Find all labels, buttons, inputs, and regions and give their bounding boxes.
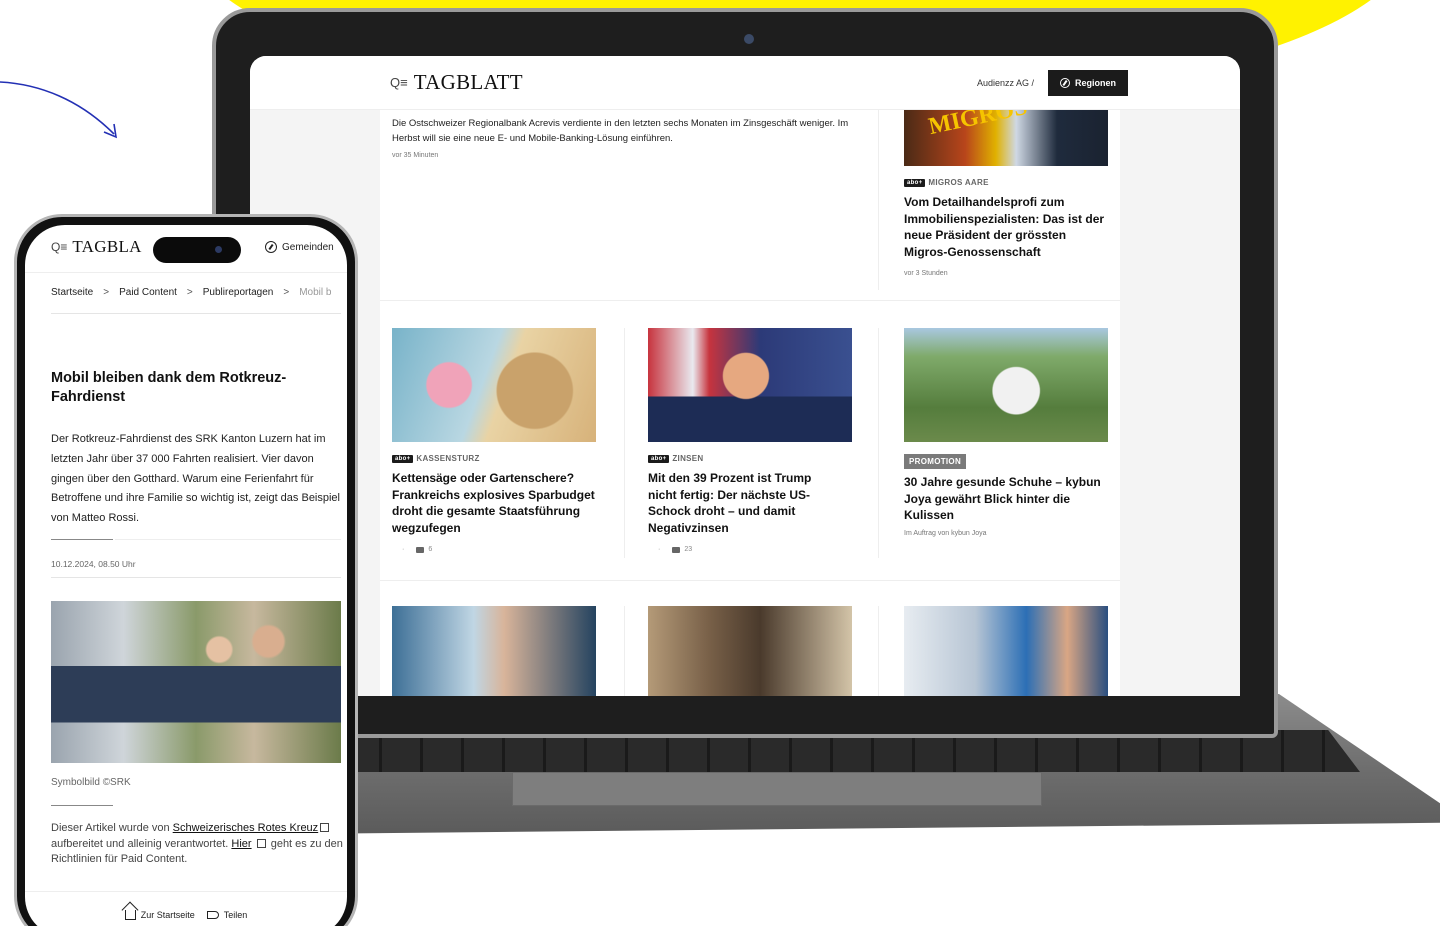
card-image-piggybank[interactable] [392, 328, 596, 442]
phone-logo[interactable]: Q≡ TAGBLA [51, 237, 142, 257]
column-separator [878, 328, 879, 558]
kicker-text: MIGROS AARE [928, 178, 989, 187]
card-image-office[interactable] [904, 606, 1108, 696]
comment-count: 6 [428, 546, 433, 553]
compass-icon [265, 241, 277, 253]
srk-link[interactable]: Schweizerisches Rotes Kreuz [173, 822, 319, 834]
disclaimer-text: aufbereitet und alleinig verantwortet. [51, 837, 229, 850]
section-divider [380, 300, 1120, 301]
card-headline[interactable]: 30 Jahre gesunde Schuhe – kybun Joya gew… [904, 474, 1110, 524]
compass-icon [1060, 78, 1070, 88]
card-headline[interactable]: Kettensäge oder Gartenschere? Frankreich… [392, 470, 598, 536]
gemeinden-label: Gemeinden [282, 241, 334, 253]
laptop-camera [744, 34, 754, 44]
promotion-sponsor: Im Auftrag von kybun Joya [904, 530, 987, 537]
regionen-label: Regionen [1075, 78, 1117, 88]
migros-time: vor 3 Stunden [904, 270, 948, 277]
home-icon [124, 909, 136, 920]
phone-camera [215, 246, 222, 253]
ad-label: Audienzz AG / [977, 78, 1035, 88]
card-comments[interactable]: · 23 [658, 546, 692, 553]
laptop-trackpad [512, 772, 1042, 806]
card-comments[interactable]: · 6 [402, 546, 432, 553]
breadcrumb-startseite[interactable]: Startseite [51, 287, 93, 298]
breadcrumb-separator: > [186, 287, 193, 298]
disclaimer-text: Dieser Artikel wurde von [51, 822, 170, 834]
home-label: Zur Startseite [140, 909, 195, 920]
phone-footer-bar: Zur Startseite Teilen [25, 891, 347, 926]
search-menu-icon[interactable]: Q≡ [51, 240, 67, 254]
abo-badge: abo+ [392, 454, 414, 463]
site-logo[interactable]: Q≡ TAGBLATT [390, 70, 523, 95]
card-image-group[interactable] [648, 606, 852, 696]
breadcrumb-separator: > [283, 287, 290, 298]
search-menu-icon[interactable]: Q≡ [390, 75, 408, 90]
card-kicker: abo+ KASSENSTURZ [392, 454, 480, 463]
breadcrumb-separator: > [103, 287, 110, 298]
external-link-icon [256, 838, 266, 848]
phone-frame: Q≡ TAGBLA Gemeinden Startseite > Paid Co… [14, 214, 358, 926]
abo-badge: abo+ [904, 178, 926, 187]
comment-icon [672, 546, 681, 553]
promotion-badge: PROMOTION [904, 454, 967, 469]
brand-name: TAGBLATT [413, 70, 523, 94]
regionen-button[interactable]: Regionen [1048, 70, 1129, 96]
share-label: Teilen [223, 909, 248, 920]
breadcrumb-current: Mobil b [299, 287, 332, 298]
home-button[interactable]: Zur Startseite [124, 909, 195, 920]
kicker-text: KASSENSTURZ [416, 454, 480, 463]
guidelines-link[interactable]: Hier [231, 838, 251, 850]
short-rule [51, 539, 113, 540]
card-headline[interactable]: Mit den 39 Prozent ist Trump nicht ferti… [648, 470, 838, 536]
top-article-time: vor 35 Minuten [392, 152, 439, 159]
dynamic-island [153, 237, 241, 263]
divider [51, 313, 341, 314]
column-separator [624, 606, 625, 696]
migros-article-image[interactable]: MIGROS [904, 110, 1108, 166]
migros-kicker: abo+ MIGROS AARE [904, 178, 989, 187]
breadcrumb-paid-content[interactable]: Paid Content [119, 287, 177, 298]
gemeinden-button[interactable]: Gemeinden [265, 241, 334, 253]
column-separator [878, 110, 879, 290]
phone-screen: Q≡ TAGBLA Gemeinden Startseite > Paid Co… [25, 225, 347, 926]
abo-badge: abo+ [648, 454, 670, 463]
card-image-trump[interactable] [648, 328, 852, 442]
column-separator [624, 328, 625, 558]
article-title: Mobil bleiben dank dem Rotkreuz-Fahrdien… [51, 370, 287, 405]
external-link-icon [320, 823, 330, 832]
comment-count: 23 [684, 546, 693, 553]
site-header: Q≡ TAGBLATT Audienzz AG / Regionen [250, 56, 1240, 110]
card-image-lab[interactable] [392, 606, 596, 696]
laptop-screen: Q≡ TAGBLATT Audienzz AG / Regionen Die O… [250, 56, 1240, 696]
card-image-tower[interactable] [904, 328, 1108, 442]
divider [51, 577, 341, 578]
breadcrumb-publireportagen[interactable]: Publireportagen [203, 287, 274, 298]
article-grid: Die Ostschweizer Regionalbank Acrevis ve… [380, 110, 1120, 696]
article-photo [51, 601, 341, 763]
photo-caption: Symbolbild ©SRK [51, 777, 131, 788]
paid-content-disclaimer: Dieser Artikel wurde von Schweizerisches… [51, 821, 343, 868]
article-date: 10.12.2024, 08.50 Uhr [51, 559, 136, 569]
separator-dot: · [658, 546, 661, 553]
column-separator [878, 606, 879, 696]
brand-name: TAGBLA [72, 237, 142, 256]
share-icon [206, 910, 219, 919]
section-divider [380, 580, 1120, 581]
card-kicker: abo+ ZINSEN [648, 454, 704, 463]
laptop-lid: Q≡ TAGBLATT Audienzz AG / Regionen Die O… [212, 8, 1278, 738]
migros-headline[interactable]: Vom Detailhandelsprofi zum Immobilienspe… [904, 194, 1110, 260]
short-rule [51, 805, 113, 806]
divider [115, 539, 341, 540]
separator-dot: · [402, 546, 405, 553]
breadcrumb: Startseite > Paid Content > Publireporta… [51, 287, 331, 298]
share-button[interactable]: Teilen [206, 909, 248, 920]
article-lead: Der Rotkreuz-Fahrdienst des SRK Kanton L… [51, 433, 340, 525]
comment-icon [416, 546, 425, 553]
top-article-lead[interactable]: Die Ostschweizer Regionalbank Acrevis ve… [392, 116, 862, 146]
migros-sign-text: MIGROS [926, 110, 1030, 141]
kicker-text: ZINSEN [672, 454, 704, 463]
blue-arrow-icon [0, 81, 118, 139]
